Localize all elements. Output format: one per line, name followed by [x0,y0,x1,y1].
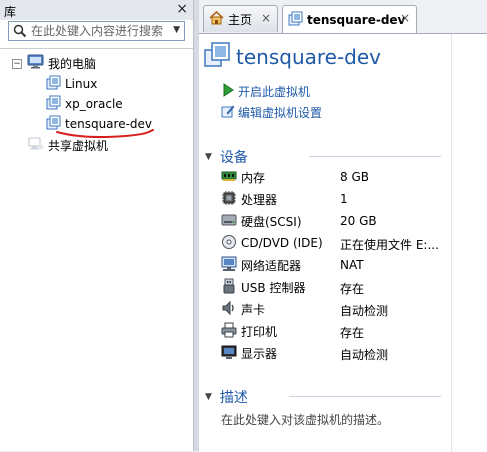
collapse-triangle-icon: ▼ [205,152,212,162]
device-value: NAT [340,258,364,272]
device-row-hard-disk[interactable]: 硬盘(SCSI) [221,212,302,230]
description-section-header[interactable]: ▼ 描述 [205,387,248,407]
tab-close-icon[interactable]: × [400,11,410,25]
library-close-button[interactable]: × [176,1,188,17]
sound-card-icon [221,300,237,319]
device-row-usb[interactable]: USB 控制器 [221,278,305,296]
printer-icon [221,322,237,341]
search-dropdown-icon[interactable]: ▼ [173,25,180,35]
device-name: 处理器 [241,192,278,207]
devices-title: 设备 [219,150,248,166]
device-row-printer[interactable]: 打印机 [221,322,277,340]
computer-icon [27,54,44,72]
device-row-sound-card[interactable]: 声卡 [221,300,265,318]
vm-large-icon [204,42,230,71]
device-value: 20 GB [340,214,377,228]
description-title: 描述 [219,390,248,406]
device-row-memory[interactable]: 内存 [221,168,265,186]
device-value: 1 [340,192,348,206]
device-value: 存在 [340,326,365,340]
cd-dvd-icon [221,234,237,253]
tab-tensquare-dev[interactable]: tensquare-dev × [282,5,417,33]
display-icon [221,344,237,363]
content-divider [451,34,452,452]
red-underline-annotation [56,129,154,138]
tree-item-vm[interactable]: xp_oracle [46,95,123,113]
vm-title: tensquare-dev [236,44,382,69]
description-placeholder[interactable]: 在此处键入对该虚拟机的描述。 [221,411,389,428]
tree-item-my-computer[interactable]: 我的电脑 [27,54,96,72]
usb-icon [221,278,237,297]
device-name: USB 控制器 [241,280,306,295]
tree-item-label: Linux [65,77,98,91]
search-icon [13,24,27,41]
library-header: 库 × [0,0,193,20]
library-panel: 库 × ▼ − 我的电脑 [0,0,193,451]
tree-item-label: 我的电脑 [48,56,97,71]
vm-icon [46,95,61,113]
shared-vm-icon [27,136,44,154]
action-label: 开启此虚拟机 [238,85,311,99]
tab-bar: 主页 × tensquare-dev × [199,0,487,33]
tab-label: tensquare-dev [307,12,406,27]
edit-settings-icon [221,104,235,121]
vm-header: tensquare-dev [204,42,381,71]
tab-label: 主页 [228,12,253,27]
section-divider [289,396,441,397]
tree-item-vm[interactable]: Linux [46,75,97,93]
library-search-input[interactable] [31,23,169,39]
device-name: 打印机 [241,324,278,339]
device-value: 正在使用文件 E:... [340,238,439,252]
collapse-triangle-icon: ▼ [205,392,212,402]
device-row-display[interactable]: 显示器 [221,344,277,362]
home-icon [209,10,224,28]
cpu-icon [221,190,237,209]
device-row-network-adapter[interactable]: 网络适配器 [221,256,301,274]
power-on-vm-link[interactable]: 开启此虚拟机 [221,83,310,100]
device-row-cd-dvd[interactable]: CD/DVD (IDE) [221,234,323,252]
vm-icon [46,75,61,93]
device-name: 网络适配器 [241,258,302,273]
library-search-box[interactable]: ▼ [8,21,185,41]
tree-collapse-icon[interactable]: − [12,59,22,69]
tree-item-label: xp_oracle [65,97,123,111]
play-icon [221,83,235,100]
edit-vm-settings-link[interactable]: 编辑虚拟机设置 [221,104,322,121]
action-label: 编辑虚拟机设置 [238,106,323,120]
device-value: 自动检测 [340,348,389,362]
device-name: CD/DVD (IDE) [241,236,323,250]
device-name: 显示器 [241,346,278,361]
memory-icon [221,170,237,185]
network-adapter-icon [221,256,237,275]
device-value: 8 GB [340,170,369,184]
vm-icon [288,11,303,29]
tab-close-icon[interactable]: × [261,11,271,25]
section-divider [309,156,441,157]
devices-section-header[interactable]: ▼ 设备 [205,147,248,167]
library-tree: − 我的电脑 Linux xp_oracle tensquare-dev 共享虚… [0,48,193,451]
tab-home[interactable]: 主页 × [203,5,278,32]
device-row-cpu[interactable]: 处理器 [221,190,277,208]
hard-disk-icon [221,213,237,230]
library-title: 库 [4,5,17,19]
device-name: 声卡 [241,302,266,317]
device-value: 存在 [340,282,365,296]
device-name: 内存 [241,170,266,185]
device-name: 硬盘(SCSI) [241,214,302,229]
vm-summary-panel: tensquare-dev 开启此虚拟机 编辑虚拟机设置 ▼ 设备 内存 8 G… [199,33,487,452]
device-value: 自动检测 [340,304,389,318]
